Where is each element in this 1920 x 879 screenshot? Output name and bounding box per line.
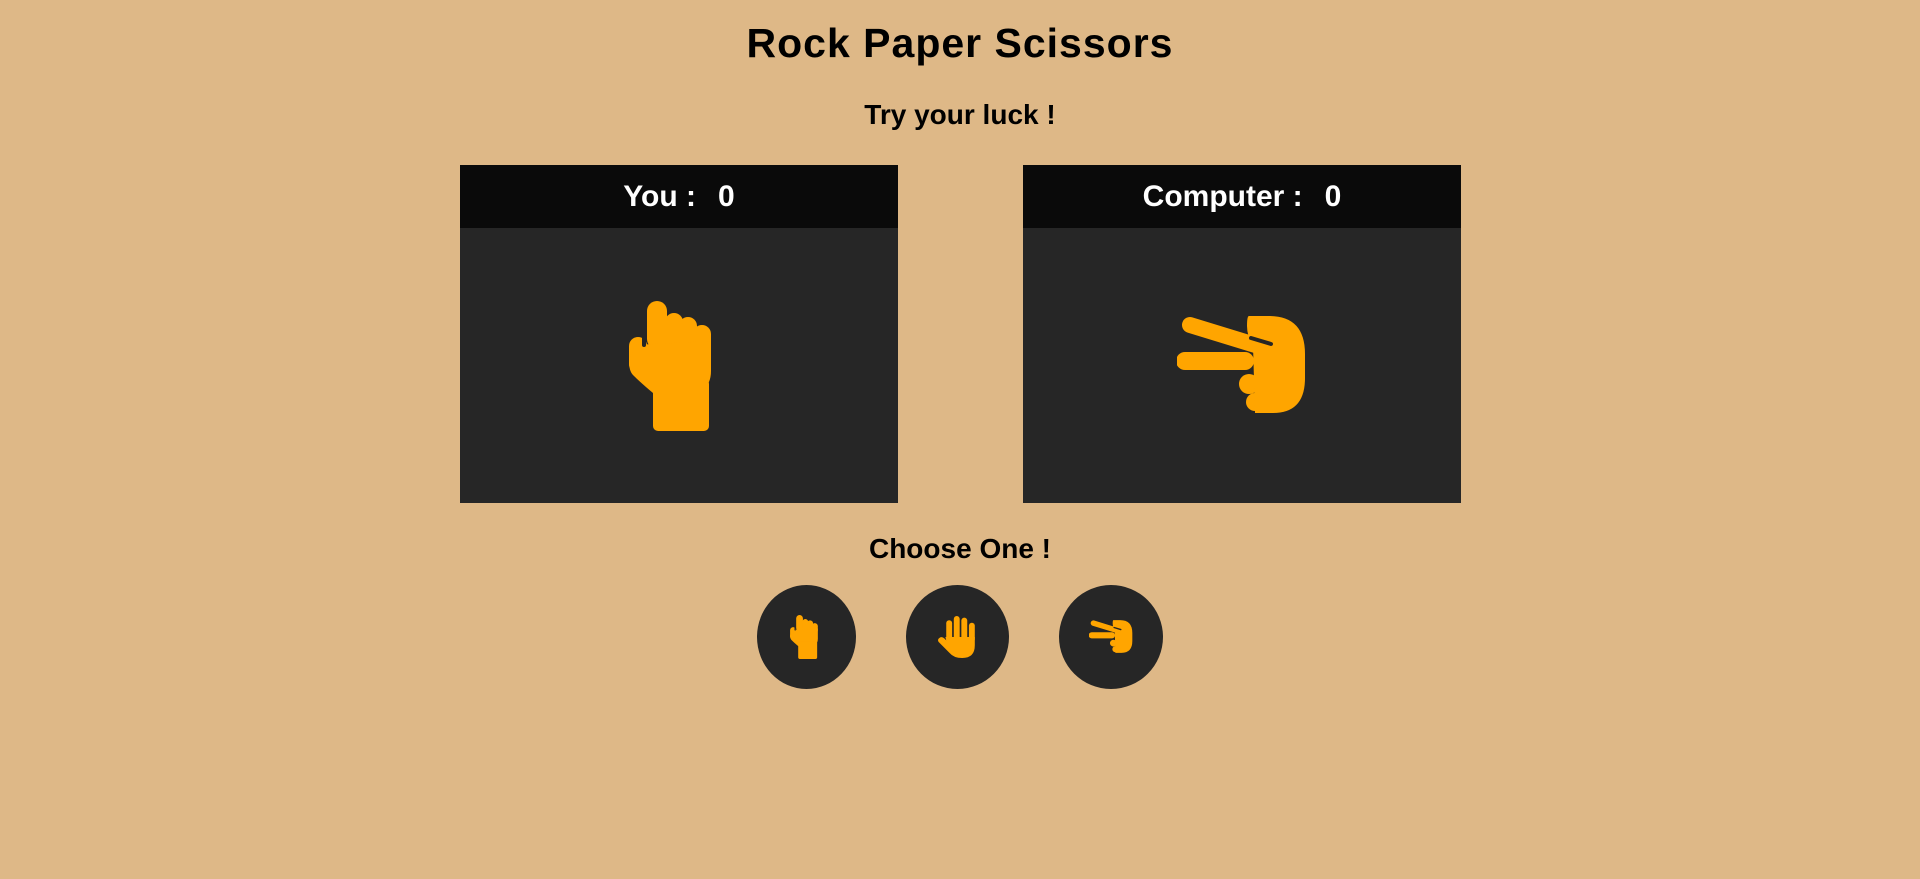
hand-scissors-icon — [1177, 315, 1305, 413]
page-subtitle: Try your luck ! — [864, 99, 1056, 130]
computer-hand-display — [1023, 228, 1461, 503]
player-score-header: You : 0 — [460, 165, 898, 228]
player-label: You : — [623, 179, 697, 213]
computer-score-header: Computer : 0 — [1023, 165, 1461, 228]
computer-panel: Computer : 0 — [1023, 165, 1461, 503]
computer-score: 0 — [1324, 179, 1342, 213]
hand-back-fist-icon — [789, 615, 818, 659]
hand-scissors-icon — [1089, 620, 1133, 653]
computer-label: Computer : — [1142, 179, 1303, 213]
paper-button[interactable] — [906, 585, 1009, 689]
rock-button[interactable] — [757, 585, 856, 689]
player-panel: You : 0 — [460, 165, 898, 503]
scissors-button[interactable] — [1059, 585, 1163, 689]
player-hand-display — [460, 228, 898, 503]
player-score: 0 — [718, 179, 735, 213]
hand-paper-icon — [937, 616, 975, 658]
page-title: Rock Paper Scissors — [746, 20, 1174, 66]
choose-prompt: Choose One ! — [868, 533, 1051, 564]
hand-back-fist-icon — [629, 300, 711, 431]
